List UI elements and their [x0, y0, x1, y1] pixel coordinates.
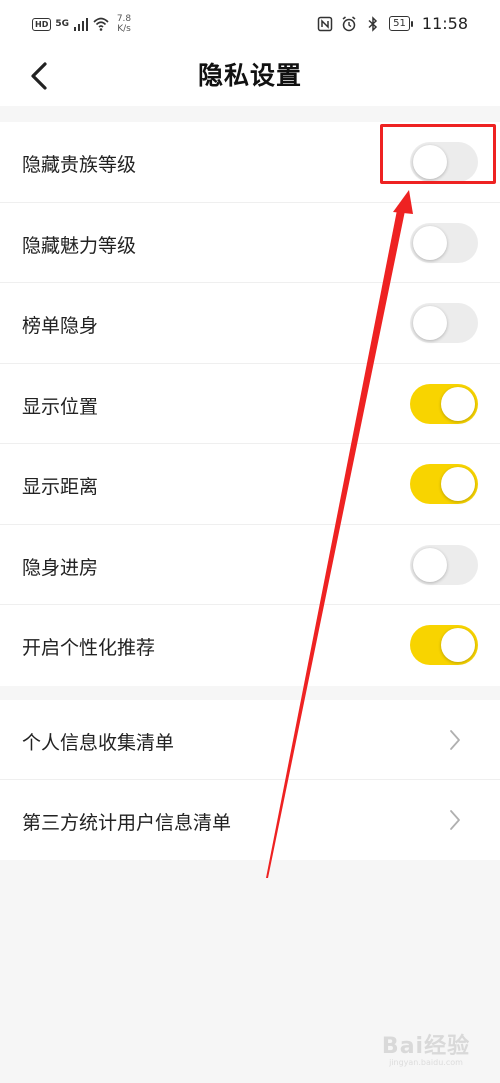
third-party-stats-info-list-link[interactable]: 第三方统计用户信息清单	[0, 780, 500, 860]
network-type: 5G	[55, 18, 69, 29]
watermark-url: jingyan.baidu.com	[389, 1058, 463, 1067]
chevron-right-icon	[450, 730, 460, 750]
leaderboard-invisible-toggle[interactable]	[410, 303, 478, 343]
setting-label: 榜单隐身	[22, 315, 99, 337]
bluetooth-icon	[368, 15, 378, 32]
show-distance-toggle[interactable]	[410, 464, 478, 504]
toggle-knob	[441, 628, 475, 662]
hd-badge: HD	[32, 17, 52, 31]
link-label: 第三方统计用户信息清单	[22, 812, 232, 834]
battery-icon: 51	[389, 16, 413, 31]
privacy-toggle-list: 隐藏贵族等级 隐藏魅力等级 榜单隐身 显示位置 显示距离 隐身进房 开启个性化推…	[0, 122, 500, 686]
status-time: 11:58	[421, 14, 468, 33]
info-list-links: 个人信息收集清单 第三方统计用户信息清单	[0, 700, 500, 860]
toggle-knob	[413, 306, 447, 340]
setting-row-hide-charm-level: 隐藏魅力等级	[0, 203, 500, 283]
watermark: Bai经验 jingyan.baidu.com	[376, 1028, 476, 1067]
status-left: HD 5G 7.8 K/s	[32, 14, 135, 34]
hide-charm-level-toggle[interactable]	[410, 222, 478, 263]
page-title: 隐私设置	[197, 61, 302, 90]
setting-label: 显示位置	[22, 395, 99, 418]
setting-row-personalized-recommendation: 开启个性化推荐	[0, 605, 500, 686]
nav-bar: 隐私设置	[0, 50, 500, 106]
setting-row-show-distance: 显示距离	[0, 444, 500, 525]
personal-info-collection-list-link[interactable]: 个人信息收集清单	[0, 700, 500, 780]
setting-row-show-location: 显示位置	[0, 364, 500, 444]
alarm-icon	[342, 15, 356, 31]
wifi-icon	[93, 17, 109, 31]
setting-label: 隐藏贵族等级	[22, 154, 137, 176]
speed-value: 7.8	[116, 14, 132, 24]
setting-row-leaderboard-invisible: 榜单隐身	[0, 283, 500, 364]
watermark-logo: Bai经验	[381, 1034, 471, 1059]
status-right: 51 11:58	[317, 14, 468, 33]
chevron-right-icon	[450, 810, 460, 830]
personalized-recommendation-toggle[interactable]	[410, 625, 478, 665]
setting-label: 开启个性化推荐	[22, 637, 156, 659]
setting-label: 隐藏魅力等级	[22, 234, 137, 257]
annotation-highlight-box	[380, 124, 496, 184]
toggle-knob	[413, 225, 447, 260]
link-label: 个人信息收集清单	[22, 732, 175, 754]
toggle-knob	[441, 386, 475, 421]
toggle-knob	[441, 467, 475, 501]
signal-icon	[74, 18, 88, 31]
setting-row-invisible-enter-room: 隐身进房	[0, 525, 500, 605]
invisible-enter-room-toggle[interactable]	[410, 544, 478, 585]
show-location-toggle[interactable]	[410, 383, 478, 424]
network-speed: 7.8 K/s	[113, 14, 135, 34]
nfc-icon	[317, 16, 333, 31]
toggle-knob	[413, 547, 447, 582]
setting-label: 显示距离	[22, 476, 99, 498]
setting-label: 隐身进房	[22, 556, 99, 579]
speed-unit: K/s	[117, 24, 131, 34]
status-bar: HD 5G 7.8 K/s 51 11:58	[0, 0, 500, 50]
